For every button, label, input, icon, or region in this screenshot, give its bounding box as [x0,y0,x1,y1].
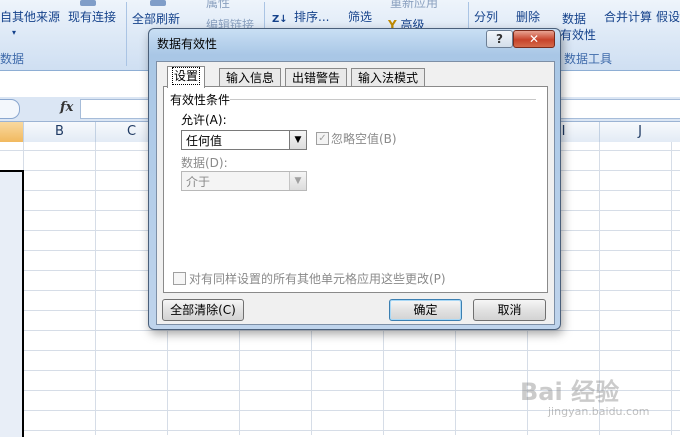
reapply-button[interactable]: 重新应用 [390,0,438,11]
text-to-columns-button[interactable]: 分列 [474,8,498,25]
apply-all-checkbox[interactable] [173,272,186,285]
allow-label: 允许(A): [181,113,227,127]
data-select[interactable]: 介于 ▼ [181,171,307,191]
close-icon: ✕ [528,32,540,46]
data-label: 数据(D): [181,156,228,170]
close-button[interactable]: ✕ [513,30,555,48]
validation-criteria-heading: 有效性条件 [170,93,231,107]
column-header-a[interactable] [0,122,24,142]
tab-settings[interactable]: 设置 [167,66,206,88]
remove-duplicates-button[interactable]: 删除 [516,8,540,25]
tab-input-message[interactable]: 输入信息 [219,68,282,87]
ignore-blank-label: 忽略空值(B) [331,132,397,146]
ignore-blank-checkbox[interactable]: ✓ [316,132,329,145]
refresh-all-button[interactable]: 全部刷新 [132,10,180,27]
ok-button[interactable]: 确定 [389,299,462,321]
tab-label: 设置 [171,67,201,85]
divider [126,2,127,66]
sort-button[interactable]: 排序... [294,8,329,25]
sort-az-icon[interactable]: Z↓ [272,14,288,25]
help-button[interactable]: ? [486,30,513,48]
group-label-data: 数据 [0,52,25,66]
cancel-button[interactable]: 取消 [473,299,546,321]
allow-select[interactable]: 任何值 ▼ [181,130,307,150]
fx-icon[interactable]: fx [60,100,73,115]
group-label-data-tools: 数据工具 [564,52,613,66]
dialog-body: 设置 输入信息 出错警告 输入法模式 有效性条件 允许(A): 任何值 ▼ ✓ … [156,61,555,325]
data-validation-button[interactable]: 有效性 [560,26,596,43]
name-box[interactable] [0,99,20,119]
allow-select-value: 任何值 [186,134,223,148]
chevron-down-icon[interactable]: ▼ [289,172,306,190]
data-validation-button-top[interactable]: 数据 [562,10,586,27]
dialog-title: 数据有效性 [157,37,218,51]
clear-all-button[interactable]: 全部清除(C) [162,299,244,321]
column-header[interactable]: J [600,122,680,142]
divider [230,99,536,100]
chevron-down-icon: ▾ [12,28,17,37]
baidu-watermark-logo: Bai 经验 [520,378,620,406]
what-if-button[interactable]: 假设 [656,8,680,25]
data-select-value: 介于 [186,175,211,189]
settings-panel: 有效性条件 允许(A): 任何值 ▼ ✓ 忽略空值(B) 数据(D): 介于 ▼… [163,86,548,293]
column-header[interactable]: B [24,122,96,142]
selected-range[interactable] [0,170,24,437]
existing-connections-button[interactable]: 现有连接 [68,8,116,25]
from-other-sources-button[interactable]: 自其他来源 [0,8,60,25]
chevron-down-icon[interactable]: ▼ [289,131,306,149]
data-validation-dialog: 数据有效性 ? ✕ 设置 输入信息 出错警告 输入法模式 有效性条件 允许(A)… [148,28,561,330]
tab-error-alert[interactable]: 出错警告 [285,68,348,87]
baidu-watermark-url: jingyan.baidu.com [548,405,650,418]
tab-ime-mode[interactable]: 输入法模式 [351,68,426,87]
consolidate-button[interactable]: 合并计算 [604,8,652,25]
properties-button[interactable]: 属性 [206,0,230,11]
apply-all-label: 对有同样设置的所有其他单元格应用这些更改(P) [189,272,446,286]
refresh-icon [150,0,166,6]
filter-button[interactable]: 筛选 [348,8,372,25]
connection-icon [80,0,96,6]
